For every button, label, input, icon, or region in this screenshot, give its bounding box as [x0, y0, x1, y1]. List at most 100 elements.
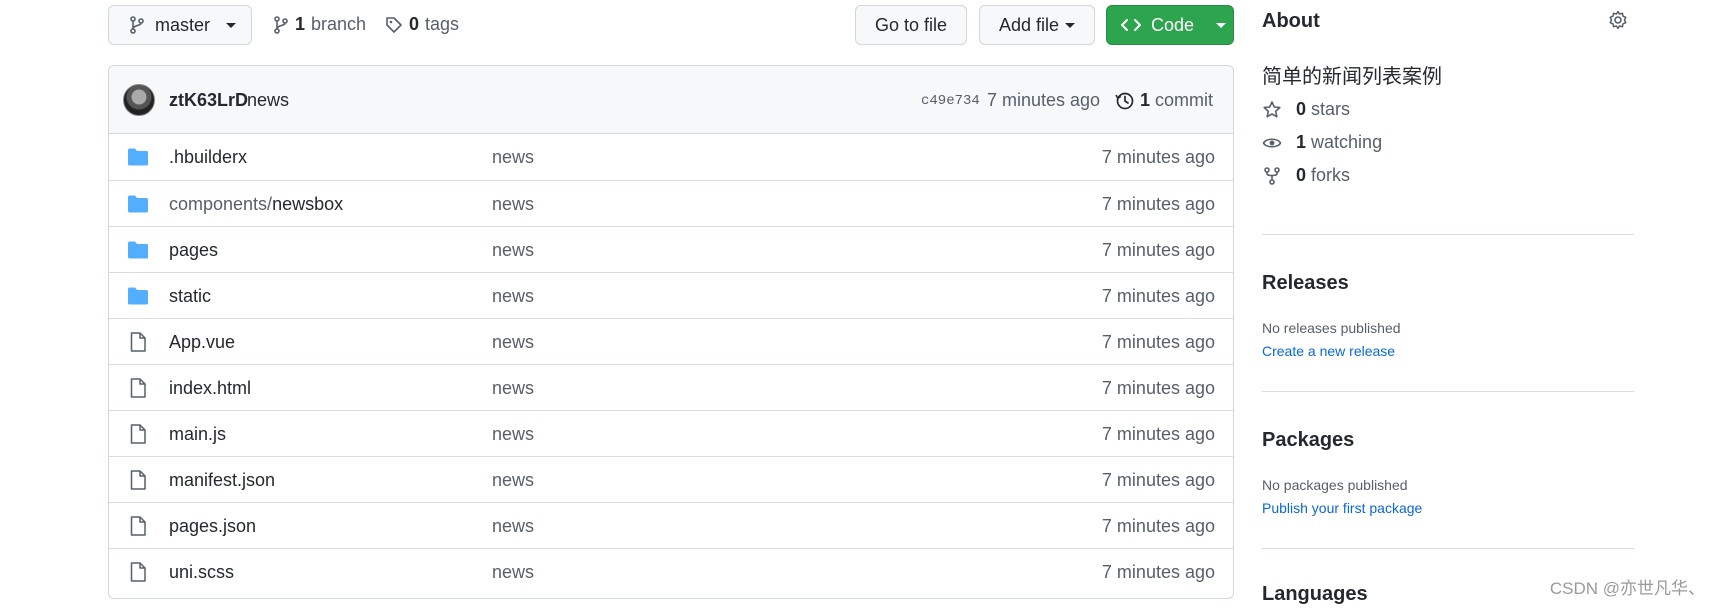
add-file-button[interactable]: Add file: [979, 5, 1095, 45]
file-name-text[interactable]: uni.scss: [169, 562, 234, 582]
folder-icon: [128, 287, 148, 305]
file-commit-message[interactable]: news: [492, 286, 534, 307]
code-icon: [1121, 19, 1141, 31]
file-name-text[interactable]: static: [169, 286, 211, 306]
file-name-prefix[interactable]: components/: [169, 194, 272, 214]
chevron-down-icon: [226, 22, 237, 28]
file-name-text[interactable]: .hbuilderx: [169, 147, 247, 167]
file-commit-time: 7 minutes ago: [1101, 240, 1215, 260]
file-row[interactable]: pages news 7 minutes ago: [109, 226, 1233, 272]
commit-message[interactable]: news: [247, 90, 289, 111]
tags-link[interactable]: 0 tags: [385, 14, 459, 35]
file-name-text[interactable]: index.html: [169, 378, 251, 398]
commit-count: 1: [1140, 90, 1151, 110]
file-commit-time: 7 minutes ago: [1101, 424, 1215, 444]
file-commit-time: 7 minutes ago: [1101, 562, 1215, 582]
file-row[interactable]: App.vue news 7 minutes ago: [109, 318, 1233, 364]
sidebar-divider: [1262, 548, 1634, 549]
sidebar-divider: [1262, 234, 1634, 235]
file-icon: [130, 424, 146, 444]
file-commit-time: 7 minutes ago: [1101, 378, 1215, 398]
file-name[interactable]: App.vue: [169, 332, 235, 353]
file-name-text[interactable]: pages: [169, 240, 218, 260]
file-commit-message[interactable]: news: [492, 332, 534, 353]
latest-commit-bar: ztK63LrD news c49e734 7 minutes ago 1 co…: [109, 66, 1233, 134]
file-name[interactable]: manifest.json: [169, 470, 275, 491]
forks-link[interactable]: 0 forks: [1262, 165, 1350, 186]
tags-label: tags: [425, 14, 460, 34]
branches-link[interactable]: 1 branch: [273, 14, 366, 35]
commit-author[interactable]: ztK63LrD: [169, 90, 248, 111]
packages-note: No packages published: [1262, 477, 1408, 493]
file-row[interactable]: uni.scss news 7 minutes ago: [109, 548, 1233, 594]
branches-label: branch: [311, 14, 367, 34]
watching-label: watching: [1311, 132, 1383, 152]
commit-sha[interactable]: c49e734: [921, 93, 980, 109]
file-commit-message[interactable]: news: [492, 240, 534, 261]
file-browser: ztK63LrD news c49e734 7 minutes ago 1 co…: [108, 65, 1234, 599]
commit-time: 7 minutes ago: [987, 90, 1101, 110]
file-icon: [130, 562, 146, 582]
file-name[interactable]: main.js: [169, 424, 226, 445]
file-name[interactable]: components/newsbox: [169, 194, 343, 215]
stars-label: stars: [1311, 99, 1351, 119]
watermark: CSDN @亦世凡华、: [1549, 579, 1705, 598]
file-name-text[interactable]: manifest.json: [169, 470, 275, 490]
code-button[interactable]: Code: [1106, 5, 1234, 45]
file-name[interactable]: uni.scss: [169, 562, 234, 583]
watching-link[interactable]: 1 watching: [1262, 132, 1382, 153]
file-commit-time: 7 minutes ago: [1101, 286, 1215, 306]
file-name-text[interactable]: main.js: [169, 424, 226, 444]
file-name[interactable]: pages.json: [169, 516, 256, 537]
file-row[interactable]: main.js news 7 minutes ago: [109, 410, 1233, 456]
code-label: Code: [1151, 14, 1195, 35]
file-commit-message[interactable]: news: [492, 378, 534, 399]
file-name[interactable]: pages: [169, 240, 218, 261]
file-name[interactable]: index.html: [169, 378, 251, 399]
tags-count: 0: [409, 14, 420, 34]
publish-package-link[interactable]: Publish your first package: [1262, 500, 1422, 516]
avatar[interactable]: [123, 84, 155, 116]
file-commit-message[interactable]: news: [492, 424, 534, 445]
watching-count: 1: [1296, 132, 1307, 152]
history-icon: [1115, 92, 1134, 109]
gear-icon[interactable]: [1608, 10, 1628, 30]
file-commit-time: 7 minutes ago: [1101, 147, 1215, 167]
create-release-link[interactable]: Create a new release: [1262, 343, 1395, 359]
file-name-text[interactable]: App.vue: [169, 332, 235, 352]
file-name-text[interactable]: pages.json: [169, 516, 256, 536]
releases-note: No releases published: [1262, 320, 1401, 336]
forks-count: 0: [1296, 165, 1307, 185]
file-row[interactable]: index.html news 7 minutes ago: [109, 364, 1233, 410]
chevron-down-icon: [1216, 22, 1227, 28]
go-to-file-label: Go to file: [874, 14, 948, 35]
file-name[interactable]: static: [169, 286, 211, 307]
file-icon: [130, 516, 146, 536]
file-name-text[interactable]: newsbox: [272, 194, 343, 214]
file-row[interactable]: components/newsbox news 7 minutes ago: [109, 180, 1233, 226]
releases-title[interactable]: Releases: [1262, 272, 1349, 295]
file-commit-message[interactable]: news: [492, 194, 534, 215]
forks-label: forks: [1311, 165, 1351, 185]
file-commit-message[interactable]: news: [492, 562, 534, 583]
packages-title[interactable]: Packages: [1262, 429, 1354, 452]
stars-count: 0: [1296, 99, 1307, 119]
file-commit-message[interactable]: news: [492, 147, 534, 168]
file-commit-message[interactable]: news: [492, 516, 534, 537]
star-icon: [1263, 100, 1281, 117]
stars-link[interactable]: 0 stars: [1262, 99, 1350, 120]
file-row[interactable]: .hbuilderx news 7 minutes ago: [109, 134, 1233, 180]
file-row[interactable]: static news 7 minutes ago: [109, 272, 1233, 318]
eye-icon: [1262, 137, 1282, 148]
file-commit-time: 7 minutes ago: [1101, 516, 1215, 536]
file-commit-message[interactable]: news: [492, 470, 534, 491]
folder-icon: [128, 241, 148, 259]
commit-history-link[interactable]: 1 commit: [1115, 90, 1213, 111]
file-commit-time: 7 minutes ago: [1101, 332, 1215, 352]
go-to-file-button[interactable]: Go to file: [855, 5, 967, 45]
file-row[interactable]: pages.json news 7 minutes ago: [109, 502, 1233, 548]
file-name[interactable]: .hbuilderx: [169, 147, 247, 168]
branch-select-button[interactable]: master: [108, 5, 252, 45]
sidebar-divider: [1262, 391, 1634, 392]
file-row[interactable]: manifest.json news 7 minutes ago: [109, 456, 1233, 502]
